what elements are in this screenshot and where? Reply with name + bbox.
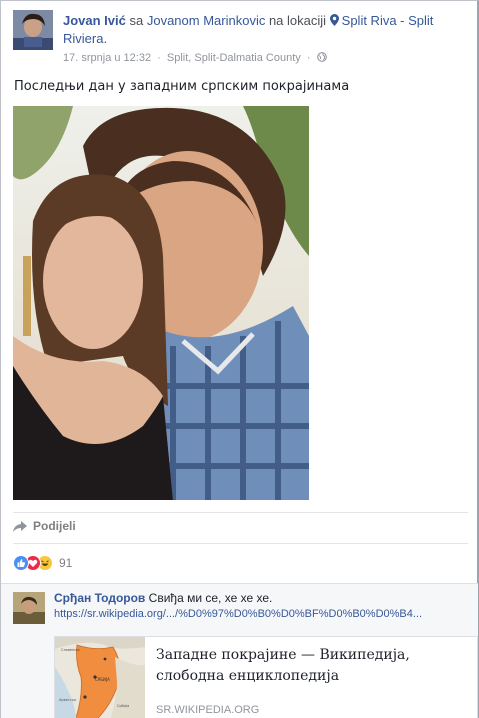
link-preview-domain: SR.WIKIPEDIA.ORG [156, 704, 260, 716]
comment-body: Срђан Тодоров Свиђа ми се, хе хе хе. [54, 591, 272, 605]
tagged-friend-link[interactable]: Jovanom Marinkovic [147, 13, 266, 28]
actions-divider-bottom [13, 543, 468, 544]
reactions-summary[interactable]: 91 [13, 554, 72, 572]
commenter-avatar[interactable] [13, 592, 45, 624]
svg-text:СРБИЈА: СРБИЈА [95, 677, 110, 682]
link-preview-card[interactable]: СРБИЈА Словенија Хрватска Србија Западне… [54, 636, 478, 718]
post-meta: 17. srpnja u 12:32 · Split, Split-Dalmat… [63, 52, 327, 64]
link-preview-map: СРБИЈА Словенија Хрватска Србија [55, 637, 145, 718]
author-avatar[interactable] [13, 10, 53, 50]
post-timestamp[interactable]: 17. srpnja u 12:32 [63, 52, 151, 64]
meta-separator: · [157, 52, 161, 64]
post-card: Jovan Ivić sa Jovanom Marinkovic na loka… [0, 0, 479, 718]
meta-separator-2: · [306, 52, 311, 64]
location-end: . [103, 31, 108, 46]
reaction-count: 91 [59, 556, 73, 570]
comments-section: Срђан Тодоров Свиђа ми се, хе хе хе. htt… [1, 583, 478, 718]
post-photo[interactable] [13, 106, 309, 500]
globe-icon[interactable] [316, 52, 327, 62]
with-prefix: sa [125, 13, 147, 28]
share-label: Podijeli [33, 519, 76, 533]
link-preview-title: Западне покрајине — Википедија, слободна… [156, 647, 410, 684]
post-attribution: Jovan Ivić sa Jovanom Marinkovic na loka… [63, 12, 473, 48]
like-icon [13, 555, 29, 571]
svg-text:Србија: Србија [117, 704, 129, 708]
post-message: Последњи дан у западним српским покрајин… [14, 79, 350, 94]
post-header: Jovan Ivić sa Jovanom Marinkovic na loka… [13, 10, 468, 66]
location-prefix: na lokaciji [265, 13, 330, 28]
svg-text:Хрватска: Хрватска [59, 698, 76, 702]
commenter-name-link[interactable]: Срђан Тодоров [54, 591, 145, 605]
location-pin-icon [329, 14, 339, 26]
comment-text: Свиђа ми се, хе хе хе. [148, 591, 273, 605]
share-arrow-icon [13, 520, 27, 532]
author-name-link[interactable]: Jovan Ivić [63, 13, 126, 28]
actions-divider-top [13, 512, 468, 513]
svg-text:Словенија: Словенија [61, 648, 80, 652]
post-place[interactable]: Split, Split-Dalmatia County [167, 52, 301, 64]
share-button[interactable]: Podijeli [13, 519, 76, 533]
selfie-photo-image [13, 106, 309, 500]
comment-url-link[interactable]: https://sr.wikipedia.org/.../%D0%97%D0%B… [54, 608, 422, 620]
